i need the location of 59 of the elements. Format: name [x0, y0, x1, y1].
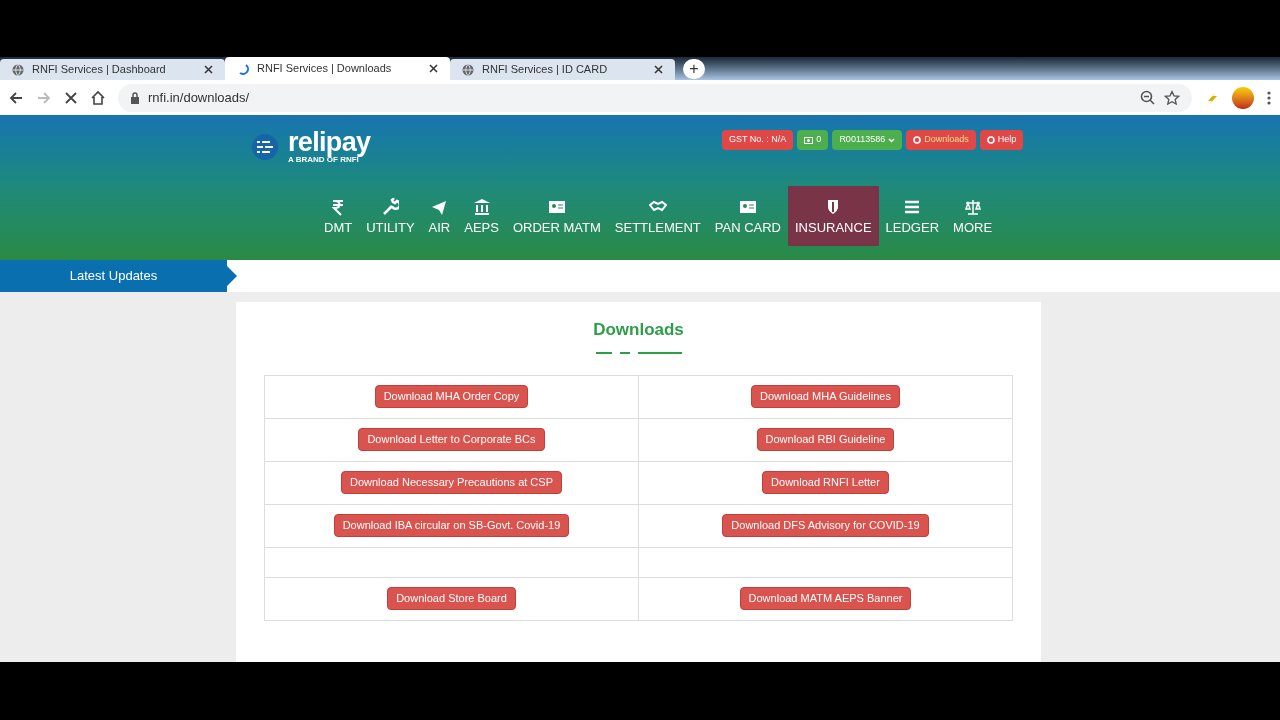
- help-button[interactable]: Help: [979, 130, 1024, 150]
- nav-item[interactable]: AEPS: [457, 186, 506, 246]
- scales-icon: [963, 198, 982, 216]
- nav-item[interactable]: LEDGER: [878, 186, 947, 246]
- close-icon[interactable]: [654, 65, 663, 74]
- downloads-button[interactable]: Downloads: [906, 130, 976, 150]
- url-text: rnfi.in/downloads/: [148, 88, 250, 107]
- bank-icon: [472, 198, 491, 216]
- nav-item[interactable]: ORDER MATM: [505, 186, 608, 246]
- page-title: Downloads: [593, 319, 684, 341]
- browser-tab[interactable]: RNFI Services | Dashboard: [0, 59, 225, 80]
- new-tab-button[interactable]: +: [683, 59, 705, 79]
- account-dropdown[interactable]: R00113586: [832, 130, 903, 150]
- zoom-out-icon[interactable]: [1140, 89, 1156, 106]
- download-button[interactable]: Download MHA Order Copy: [374, 385, 529, 408]
- browser-tab[interactable]: RNFI Services | ID CARD: [450, 59, 675, 80]
- browser-tab[interactable]: RNFI Services | Downloads: [225, 57, 450, 80]
- home-icon[interactable]: [90, 89, 106, 106]
- id-card-icon: [547, 198, 566, 216]
- cash-icon: [804, 136, 814, 144]
- download-button[interactable]: Download Necessary Precautions at CSP: [341, 471, 562, 494]
- logo-text: relipay: [288, 129, 371, 156]
- nav-item[interactable]: INSURANCE: [788, 186, 879, 246]
- globe-icon: [12, 63, 24, 76]
- download-button[interactable]: Download MHA Guidelines: [751, 385, 900, 408]
- logo-icon: [250, 131, 280, 162]
- stop-icon[interactable]: [64, 90, 78, 105]
- nav-item[interactable]: PAN CARD: [707, 186, 788, 246]
- menu-icon[interactable]: [1266, 89, 1272, 106]
- id-card-icon: [738, 198, 757, 216]
- close-icon[interactable]: [429, 64, 438, 73]
- download-button[interactable]: Download Letter to Corporate BCs: [358, 428, 545, 451]
- download-button[interactable]: Download RNFI Letter: [762, 471, 889, 494]
- nav-item[interactable]: UTILITY: [359, 186, 422, 246]
- lock-icon: [130, 91, 140, 104]
- wallet-badge[interactable]: 0: [797, 130, 829, 150]
- nav-item[interactable]: DMT: [317, 186, 360, 246]
- close-icon[interactable]: [204, 65, 213, 74]
- logo-tagline: A BRAND OF RNFI: [288, 156, 359, 164]
- nav-item[interactable]: SETTLEMENT: [607, 186, 708, 246]
- profile-avatar[interactable]: [1232, 86, 1254, 109]
- lifebuoy-icon: [913, 136, 922, 144]
- nav-item[interactable]: MORE: [946, 186, 1000, 246]
- gst-badge[interactable]: GST No. : N/A: [722, 130, 794, 150]
- lifebuoy-icon: [986, 136, 995, 144]
- nav-item[interactable]: AIR: [421, 186, 458, 246]
- globe-icon: [462, 63, 474, 76]
- star-icon[interactable]: [1164, 89, 1180, 106]
- download-button[interactable]: Download RBI Guideline: [756, 428, 895, 451]
- download-button[interactable]: Download DFS Advisory for COVID-19: [722, 514, 929, 537]
- latest-updates-label: Latest Updates: [0, 260, 237, 292]
- download-button[interactable]: Download Store Board: [387, 587, 516, 610]
- address-bar[interactable]: rnfi.in/downloads/: [118, 83, 1192, 112]
- back-icon[interactable]: [8, 89, 24, 106]
- loading-icon: [237, 62, 249, 75]
- chevron-down-icon: [888, 137, 896, 143]
- list-icon: [903, 198, 922, 216]
- download-button[interactable]: Download IBA circular on SB-Govt. Covid-19: [333, 514, 570, 537]
- download-button[interactable]: Download MATM AEPS Banner: [739, 587, 912, 610]
